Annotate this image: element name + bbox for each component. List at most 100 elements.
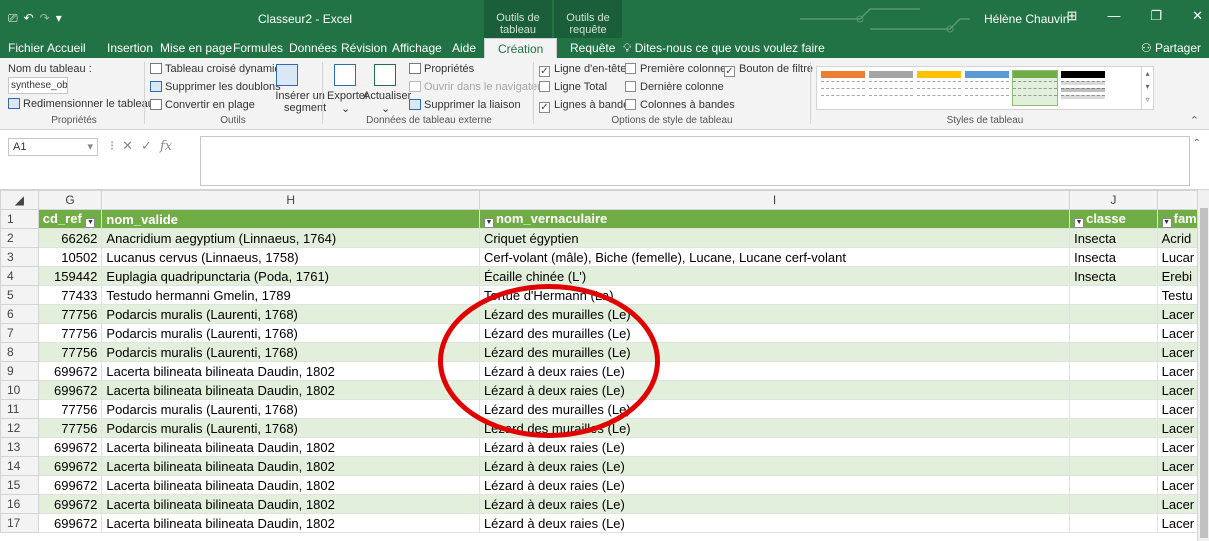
cell-cd-ref[interactable]: 699672 (38, 361, 103, 381)
column-header-h[interactable]: H (101, 190, 480, 210)
cell-nom-vernaculaire[interactable]: Criquet égyptien (479, 228, 1071, 248)
column-header-j[interactable]: J (1069, 190, 1158, 210)
cell-nom-valide[interactable]: Lacerta bilineata bilineata Daudin, 1802 (101, 361, 480, 381)
cell-nom-vernaculaire[interactable]: Lézard des murailles (Le) (479, 323, 1071, 343)
cell-nom-valide[interactable]: Podarcis muralis (Laurenti, 1768) (101, 418, 480, 438)
table-style-gold[interactable] (917, 71, 961, 105)
formula-input[interactable] (200, 136, 1190, 186)
cell-classe[interactable] (1069, 418, 1158, 438)
cell-nom-vernaculaire[interactable]: Lézard des murailles (Le) (479, 399, 1071, 419)
cell-cd-ref[interactable]: 159442 (38, 266, 103, 286)
cell-nom-valide[interactable]: Lacerta bilineata bilineata Daudin, 1802 (101, 513, 480, 533)
cell-nom-vernaculaire[interactable]: Écaille chinée (L') (479, 266, 1071, 286)
cell-nom-valide[interactable]: Podarcis muralis (Laurenti, 1768) (101, 323, 480, 343)
filter-dropdown-icon[interactable]: ▼ (85, 217, 96, 228)
total-row-checkbox[interactable]: Ligne Total (539, 81, 607, 93)
row-header[interactable]: 11 (0, 399, 39, 419)
row-header[interactable]: 13 (0, 437, 39, 457)
vertical-scrollbar[interactable] (1197, 190, 1209, 541)
cell-cd-ref[interactable]: 699672 (38, 380, 103, 400)
cell-nom-vernaculaire[interactable]: Lézard à deux raies (Le) (479, 475, 1071, 495)
row-header[interactable]: 6 (0, 304, 39, 324)
column-header-i[interactable]: I (478, 190, 1071, 210)
cell-nom-vernaculaire[interactable]: Lézard à deux raies (Le) (479, 380, 1071, 400)
row-header[interactable]: 17 (0, 513, 39, 533)
cell-cd-ref[interactable]: 77433 (38, 285, 103, 305)
cell-cd-ref[interactable]: 699672 (38, 456, 103, 476)
insert-slicer-button[interactable]: Insérer un segment (274, 90, 326, 114)
cell-nom-valide[interactable]: Podarcis muralis (Laurenti, 1768) (101, 342, 480, 362)
filter-button-checkbox[interactable]: ✓ Bouton de filtre (724, 63, 813, 77)
column-header-g[interactable]: G (37, 190, 103, 210)
minimize-button[interactable]: — (1107, 8, 1120, 24)
properties-button[interactable]: Propriétés (409, 63, 474, 75)
cell-classe[interactable] (1069, 342, 1158, 362)
restore-button[interactable]: ❐ (1150, 8, 1162, 24)
tab-donnees[interactable]: Données (289, 41, 337, 55)
customize-qat-icon[interactable]: ▾ (56, 11, 62, 25)
resize-table-button[interactable]: Redimensionner le tableau (8, 98, 154, 110)
row-header[interactable]: 10 (0, 380, 39, 400)
cell-nom-valide[interactable]: Lacerta bilineata bilineata Daudin, 1802 (101, 494, 480, 514)
table-name-input[interactable]: synthese_obser (8, 77, 68, 94)
tell-me-search[interactable]: 💡︎ Dites-nous ce que vous voulez faire (623, 41, 825, 56)
scrollbar-thumb[interactable] (1200, 208, 1208, 538)
tab-aide[interactable]: Aide (452, 41, 476, 55)
cell-nom-valide[interactable]: Podarcis muralis (Laurenti, 1768) (101, 399, 480, 419)
cell-nom-vernaculaire[interactable]: Lézard des murailles (Le) (479, 304, 1071, 324)
cell-classe[interactable] (1069, 323, 1158, 343)
cell-cd-ref[interactable]: 77756 (38, 342, 103, 362)
cell-nom-vernaculaire[interactable]: Lézard à deux raies (Le) (479, 361, 1071, 381)
cell-classe[interactable] (1069, 380, 1158, 400)
cell-classe[interactable]: Insecta (1069, 247, 1158, 267)
row-header[interactable]: 12 (0, 418, 39, 438)
filter-dropdown-icon[interactable]: ▼ (1161, 217, 1172, 228)
refresh-button[interactable]: Actualiser ⌄ (363, 90, 411, 115)
table-style-gray[interactable] (869, 71, 913, 105)
tab-insertion[interactable]: Insertion (107, 41, 153, 55)
select-all-corner[interactable]: ◢ (0, 190, 39, 210)
cell-nom-vernaculaire[interactable]: Lézard à deux raies (Le) (479, 513, 1071, 533)
filter-dropdown-icon[interactable]: ▼ (1074, 217, 1085, 228)
cell-classe[interactable] (1069, 285, 1158, 305)
remove-duplicates-button[interactable]: Supprimer les doublons (150, 81, 281, 93)
cell-nom-vernaculaire[interactable]: Lézard à deux raies (Le) (479, 456, 1071, 476)
cell-nom-valide[interactable]: Testudo hermanni Gmelin, 1789 (101, 285, 480, 305)
cell-classe[interactable]: Insecta (1069, 228, 1158, 248)
cell-classe[interactable] (1069, 513, 1158, 533)
cell-cd-ref[interactable]: 699672 (38, 513, 103, 533)
cell-nom-valide[interactable]: Lacerta bilineata bilineata Daudin, 1802 (101, 456, 480, 476)
insert-function-icon[interactable]: fx (160, 139, 172, 154)
cell-cd-ref[interactable]: 77756 (38, 304, 103, 324)
tab-affichage[interactable]: Affichage (392, 41, 442, 55)
cell-cd-ref[interactable]: 699672 (38, 494, 103, 514)
convert-to-range-button[interactable]: Convertir en plage (150, 99, 255, 111)
banded-columns-checkbox[interactable]: Colonnes à bandes (625, 99, 735, 111)
tab-accueil[interactable]: Accueil (47, 41, 86, 55)
expand-formula-icon[interactable]: ⌃ (1193, 138, 1201, 149)
table-style-black[interactable] (1061, 71, 1105, 105)
cell-classe[interactable] (1069, 475, 1158, 495)
cell-nom-vernaculaire[interactable]: Lézard des murailles (Le) (479, 342, 1071, 362)
table-styles-gallery[interactable]: ▴ ▾ ▿ (816, 66, 1154, 110)
tab-requete[interactable]: Requête (570, 41, 615, 55)
header-row-checkbox[interactable]: ✓ Ligne d'en-tête (539, 63, 626, 77)
cell-nom-vernaculaire[interactable]: Cerf-volant (mâle), Biche (femelle), Luc… (479, 247, 1071, 267)
gallery-scroll-arrows[interactable]: ▴ ▾ ▿ (1141, 67, 1153, 109)
last-column-checkbox[interactable]: Dernière colonne (625, 81, 724, 93)
filter-dropdown-icon[interactable]: ▼ (483, 217, 494, 228)
row-header[interactable]: 9 (0, 361, 39, 381)
cell-nom-valide[interactable]: Lacerta bilineata bilineata Daudin, 1802 (101, 437, 480, 457)
row-header[interactable]: 4 (0, 266, 39, 286)
open-in-browser-button[interactable]: Ouvrir dans le navigateur (409, 81, 547, 93)
unlink-button[interactable]: Supprimer la liaison (409, 99, 521, 111)
cell-nom-vernaculaire[interactable]: Lézard à deux raies (Le) (479, 437, 1071, 457)
redo-icon[interactable]: ↷ (40, 11, 50, 25)
cell-cd-ref[interactable]: 77756 (38, 323, 103, 343)
cell-classe[interactable] (1069, 494, 1158, 514)
table-header-cell[interactable]: ▼ nom_vernaculaire (479, 209, 1071, 229)
table-header-cell[interactable]: nom_valide (101, 209, 480, 229)
tab-creation[interactable]: Création (484, 38, 558, 58)
cell-nom-valide[interactable]: Lucanus cervus (Linnaeus, 1758) (101, 247, 480, 267)
cell-classe[interactable] (1069, 304, 1158, 324)
